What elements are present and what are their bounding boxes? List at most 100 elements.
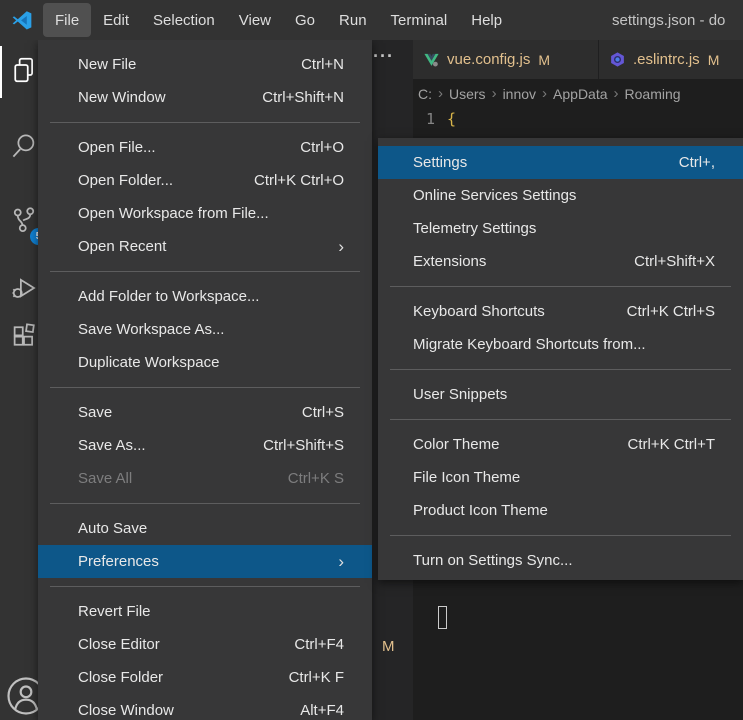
menu-separator	[50, 122, 360, 123]
tab-vue-config[interactable]: vue.config.js M	[413, 40, 599, 79]
menu-separator	[390, 535, 731, 536]
editor-hollow-cursor	[438, 606, 447, 629]
menu-item-label: Telemetry Settings	[413, 220, 715, 237]
menu-item-shortcut: Ctrl+Shift+X	[634, 253, 715, 270]
menu-item-close-editor[interactable]: Close EditorCtrl+F4	[38, 628, 372, 661]
menubar-item-edit[interactable]: Edit	[91, 3, 141, 37]
sidebar-more-actions-icon[interactable]: ···	[373, 46, 394, 67]
menu-item-shortcut: Ctrl+S	[302, 404, 344, 421]
breadcrumb-item-users[interactable]: Users	[449, 86, 486, 102]
breadcrumb-item-roaming[interactable]: Roaming	[625, 86, 681, 102]
menu-item-product-icon-theme[interactable]: Product Icon Theme	[378, 494, 743, 527]
menu-item-save[interactable]: Save Ctrl+S	[38, 396, 372, 429]
menubar-item-file[interactable]: File	[43, 3, 91, 37]
menu-item-label: Turn on Settings Sync...	[413, 552, 715, 569]
menu-item-shortcut: Ctrl+K Ctrl+S	[627, 303, 715, 320]
menu-item-shortcut: Ctrl+K S	[288, 470, 344, 487]
menubar-item-terminal[interactable]: Terminal	[379, 3, 460, 37]
menu-item-open-recent[interactable]: Open Recent›	[38, 230, 372, 263]
menu-item-label: Save All	[78, 470, 258, 487]
menubar-item-view[interactable]: View	[227, 3, 283, 37]
tab-label: vue.config.js	[447, 51, 530, 68]
preferences-submenu: SettingsCtrl+,Online Services Settings Te…	[378, 138, 743, 580]
menu-item-label: Revert File	[78, 603, 344, 620]
menu-item-close-window[interactable]: Close Window Alt+F4	[38, 694, 372, 720]
menu-item-auto-save[interactable]: Auto Save	[38, 512, 372, 545]
menu-item-save-as[interactable]: Save As...Ctrl+Shift+S	[38, 429, 372, 462]
menu-item-shortcut: Ctrl+K Ctrl+O	[254, 172, 344, 189]
submenu-arrow-icon: ›	[338, 553, 344, 570]
menu-item-label: User Snippets	[413, 386, 715, 403]
menu-item-label: New Window	[78, 89, 232, 106]
menu-item-save-all[interactable]: Save All Ctrl+K S	[38, 462, 372, 495]
menu-item-label: Save Workspace As...	[78, 321, 344, 338]
menu-item-color-theme[interactable]: Color Theme Ctrl+K Ctrl+T	[378, 428, 743, 461]
menu-item-label: Migrate Keyboard Shortcuts from...	[413, 336, 715, 353]
breadcrumb-separator-icon: ›	[542, 85, 547, 102]
menubar: FileEditSelectionViewGoRunTerminalHelp	[43, 0, 514, 40]
code-line-1[interactable]: 1 {	[413, 108, 743, 130]
menubar-item-run[interactable]: Run	[327, 3, 379, 37]
breadcrumb-item-c[interactable]: C:	[418, 86, 432, 102]
menu-item-settings[interactable]: SettingsCtrl+,	[378, 146, 743, 179]
menu-item-user-snippets[interactable]: User Snippets	[378, 378, 743, 411]
breadcrumb-separator-icon: ›	[614, 85, 619, 102]
menu-item-shortcut: Ctrl+K Ctrl+T	[627, 436, 715, 453]
eslint-icon	[609, 51, 626, 68]
menu-item-open-folder[interactable]: Open Folder...Ctrl+K Ctrl+O	[38, 164, 372, 197]
tab-bar: vue.config.js M .eslintrc.js M	[413, 40, 743, 79]
code-text: {	[447, 110, 456, 128]
breadcrumb-separator-icon: ›	[492, 85, 497, 102]
menu-item-open-file[interactable]: Open File...Ctrl+O	[38, 131, 372, 164]
menu-item-label: Save	[78, 404, 272, 421]
menubar-item-help[interactable]: Help	[459, 3, 514, 37]
menu-item-save-workspace-as[interactable]: Save Workspace As...	[38, 313, 372, 346]
tab-label: .eslintrc.js	[633, 51, 700, 68]
menu-item-new-window[interactable]: New Window Ctrl+Shift+N	[38, 81, 372, 114]
menu-item-open-workspace-from-file[interactable]: Open Workspace from File...	[38, 197, 372, 230]
menu-item-file-icon-theme[interactable]: File Icon Theme	[378, 461, 743, 494]
menu-item-label: Close Window	[78, 702, 270, 719]
menu-item-telemetry-settings[interactable]: Telemetry Settings	[378, 212, 743, 245]
title-bar: FileEditSelectionViewGoRunTerminalHelp s…	[0, 0, 743, 40]
breadcrumb-item-innov[interactable]: innov	[503, 86, 536, 102]
menu-separator	[390, 419, 731, 420]
menu-item-label: File Icon Theme	[413, 469, 715, 486]
menu-item-close-folder[interactable]: Close FolderCtrl+K F	[38, 661, 372, 694]
vscode-window: FileEditSelectionViewGoRunTerminalHelp s…	[0, 0, 743, 720]
menu-item-label: Save As...	[78, 437, 233, 454]
menu-item-shortcut: Ctrl+N	[301, 56, 344, 73]
menu-item-online-services-settings[interactable]: Online Services Settings	[378, 179, 743, 212]
tab-modified-badge: M	[708, 52, 720, 68]
breadcrumb: C:›Users›innov›AppData›Roaming	[413, 79, 743, 108]
menu-item-revert-file[interactable]: Revert File	[38, 595, 372, 628]
window-title: settings.json - do	[612, 12, 743, 29]
menu-item-add-folder-to-workspace[interactable]: Add Folder to Workspace...	[38, 280, 372, 313]
menu-item-label: Duplicate Workspace	[78, 354, 344, 371]
submenu-arrow-icon: ›	[338, 238, 344, 255]
menu-item-preferences[interactable]: Preferences ›	[38, 545, 372, 578]
vscode-logo-icon	[11, 9, 33, 31]
menu-item-new-file[interactable]: New FileCtrl+N	[38, 48, 372, 81]
menu-separator	[50, 271, 360, 272]
menu-item-label: Preferences	[78, 553, 308, 570]
menu-separator	[390, 369, 731, 370]
menu-item-migrate-keyboard-shortcuts-from[interactable]: Migrate Keyboard Shortcuts from...	[378, 328, 743, 361]
menu-separator	[390, 286, 731, 287]
menu-item-label: Color Theme	[413, 436, 597, 453]
menu-item-shortcut: Alt+F4	[300, 702, 344, 719]
menu-item-label: Extensions	[413, 253, 604, 270]
menubar-item-go[interactable]: Go	[283, 3, 327, 37]
menu-item-label: Add Folder to Workspace...	[78, 288, 344, 305]
menubar-item-selection[interactable]: Selection	[141, 3, 227, 37]
menu-item-keyboard-shortcuts[interactable]: Keyboard ShortcutsCtrl+K Ctrl+S	[378, 295, 743, 328]
file-menu: New FileCtrl+N New Window Ctrl+Shift+N Open…	[38, 40, 372, 720]
menu-item-shortcut: Ctrl+Shift+N	[262, 89, 344, 106]
menu-item-shortcut: Ctrl+O	[300, 139, 344, 156]
menu-item-turn-on-settings-sync[interactable]: Turn on Settings Sync...	[378, 544, 743, 577]
tab-eslintrc[interactable]: .eslintrc.js M	[599, 40, 743, 79]
breadcrumb-item-appdata[interactable]: AppData	[553, 86, 607, 102]
menu-item-duplicate-workspace[interactable]: Duplicate Workspace	[38, 346, 372, 379]
menu-separator	[50, 503, 360, 504]
menu-item-extensions[interactable]: Extensions Ctrl+Shift+X	[378, 245, 743, 278]
